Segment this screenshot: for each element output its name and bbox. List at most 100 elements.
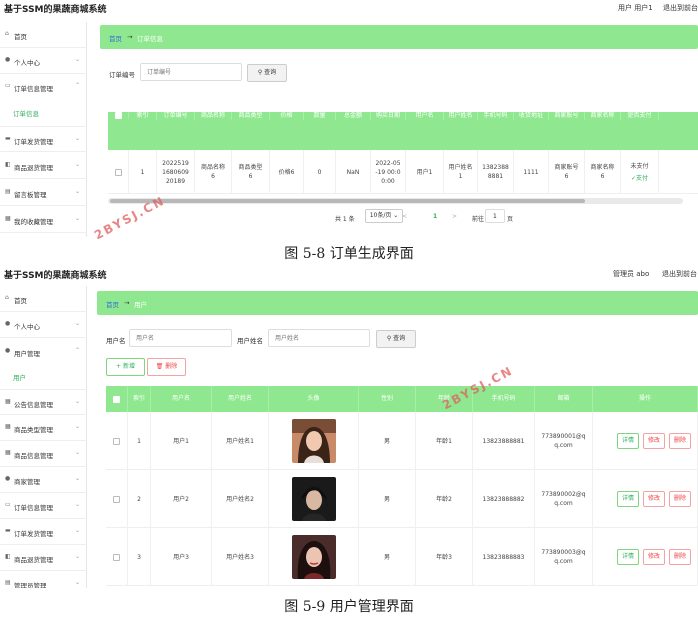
order-number-input[interactable] xyxy=(140,63,242,81)
cell-username: 用户2 xyxy=(151,470,212,528)
sidebar-item-messages[interactable]: ▤ 留言板管理 ⌄ xyxy=(0,180,87,206)
chevron-down-icon: ⌄ xyxy=(74,501,80,508)
sidebar-item-admins[interactable]: ▤ 管理员管理 ⌄ xyxy=(0,571,87,588)
edit-button[interactable]: 修改 xyxy=(643,491,666,507)
row-checkbox[interactable] xyxy=(113,437,120,445)
edit-button[interactable]: 修改 xyxy=(643,433,666,449)
delete-row-button[interactable]: 删除 xyxy=(669,433,692,449)
sidebar-item-order-info[interactable]: ▭ 订单信息管理 ⌃ xyxy=(0,74,87,100)
sidebar-item-favorites[interactable]: ▦ 我的收藏管理 ⌄ xyxy=(0,207,87,233)
table-header: 头像 xyxy=(269,386,359,412)
add-button[interactable]: + 新增 xyxy=(106,358,145,376)
row-checkbox[interactable] xyxy=(113,495,120,503)
cell-username: 用户1 xyxy=(406,150,444,194)
fullname-input[interactable] xyxy=(268,329,370,347)
cell-merchant-account: 商家账号 6 xyxy=(549,150,585,194)
edit-button[interactable]: 修改 xyxy=(643,549,666,565)
sidebar-item-returns[interactable]: ◧ 商品退货管理 ⌄ xyxy=(0,545,87,571)
table-header: 用户姓名 xyxy=(212,386,269,412)
sidebar-item-home[interactable]: ⌂ 首页 xyxy=(0,22,87,48)
delete-button[interactable]: 🗑︎ 删除 xyxy=(147,358,186,376)
chevron-down-icon: ⌄ xyxy=(74,475,80,482)
trash-icon: 🗑︎ xyxy=(155,363,166,370)
row-checkbox-cell[interactable] xyxy=(106,470,128,528)
sidebar-item-orders[interactable]: ▭ 订单信息管理 ⌄ xyxy=(0,493,87,519)
header-checkbox-cell[interactable] xyxy=(108,112,129,119)
breadcrumb-arrow: → xyxy=(127,33,133,41)
sidebar-item-profile[interactable]: ● 个人中心 ⌄ xyxy=(0,312,87,338)
table-header: 用户名 xyxy=(151,386,212,412)
table-header: 商家账号 xyxy=(549,112,585,120)
pay-link[interactable]: ✓支付 xyxy=(631,174,648,183)
sidebar-subitem-users[interactable]: 用户 xyxy=(0,366,87,386)
user-table-header: 索引 用户名 用户姓名 头像 性别 年龄 手机号码 邮箱 操作 xyxy=(106,386,698,412)
return-icon: ◧ xyxy=(5,553,11,560)
cell-operations: 详情 修改 删除 xyxy=(593,528,698,586)
admin-icon: ▤ xyxy=(5,579,11,586)
chevron-down-icon: ⌄ xyxy=(393,212,399,219)
sidebar-item-home[interactable]: ⌂ 首页 xyxy=(0,286,87,312)
cell-age: 年龄2 xyxy=(416,470,473,528)
page-size-select[interactable]: 10条/页 ⌄ xyxy=(365,209,403,223)
sidebar-item-user-management[interactable]: ● 用户管理 ⌃ xyxy=(0,339,87,365)
row-checkbox[interactable] xyxy=(113,553,120,561)
table-header: 购买日期 xyxy=(371,112,406,120)
cell-age: 年龄1 xyxy=(416,412,473,470)
search-button[interactable]: ⚲ 查询 xyxy=(376,330,416,348)
cell-operations: 详情 修改 删除 xyxy=(593,412,698,470)
user-page-screenshot: 基于SSM的果蔬商城系统 管理员 abo 退出到前台 ⌂ 首页 ● 个人中心 ⌄ ● 用… xyxy=(0,266,698,588)
detail-button[interactable]: 详情 xyxy=(617,433,640,449)
sidebar-item-goods[interactable]: ▦ 商品信息管理 ⌄ xyxy=(0,441,87,467)
order-number-field[interactable] xyxy=(141,64,241,80)
chevron-down-icon: ⌄ xyxy=(74,161,80,168)
sidebar-item-returns[interactable]: ◧ 商品退货管理 ⌄ xyxy=(0,153,87,179)
username-field[interactable] xyxy=(130,330,231,346)
horizontal-scrollbar[interactable] xyxy=(108,198,683,204)
sidebar-subitem-order[interactable]: 订单信息 xyxy=(0,102,87,122)
app-title: 基于SSM的果蔬商城系统 xyxy=(4,5,107,15)
prev-page-button[interactable]: < xyxy=(402,213,407,220)
row-checkbox-cell[interactable] xyxy=(106,412,128,470)
sidebar-item-notices[interactable]: ▦ 公告信息管理 ⌄ xyxy=(0,389,87,415)
goto-page-input[interactable] xyxy=(485,209,505,223)
return-icon: ◧ xyxy=(5,161,11,168)
detail-button[interactable]: 详情 xyxy=(617,491,640,507)
cell-payment-status: 未支付 ✓支付 xyxy=(621,150,659,194)
table-header: 商品名称 xyxy=(195,112,232,120)
cell-purchase-date: 2022-05 -19 00:0 0:00 xyxy=(371,150,406,194)
row-checkbox-cell[interactable] xyxy=(108,150,129,194)
select-all-checkbox[interactable] xyxy=(113,395,120,403)
sidebar-item-merchants[interactable]: ● 商家管理 ⌄ xyxy=(0,467,87,493)
breadcrumb-home[interactable]: 首页 xyxy=(106,299,119,309)
table-header: 手机号码 xyxy=(478,112,514,120)
chevron-down-icon: ⌄ xyxy=(74,188,80,195)
table-header: 性别 xyxy=(359,386,416,412)
delete-row-button[interactable]: 删除 xyxy=(669,549,692,565)
header-checkbox-cell[interactable] xyxy=(106,386,128,412)
next-page-button[interactable]: > xyxy=(452,213,457,220)
search-button[interactable]: ⚲ 查询 xyxy=(247,64,287,82)
goto-page-field[interactable] xyxy=(486,210,504,222)
scrollbar-thumb[interactable] xyxy=(110,199,585,203)
logout-link[interactable]: 退出到前台 xyxy=(663,3,698,13)
sidebar-item-shipping[interactable]: ▬ 订单发货管理 ⌄ xyxy=(0,126,87,152)
order-icon: ▭ xyxy=(5,82,11,89)
breadcrumb-home[interactable]: 首页 xyxy=(109,33,122,43)
username-input[interactable] xyxy=(129,329,232,347)
current-page[interactable]: 1 xyxy=(433,213,437,220)
logout-link[interactable]: 退出到前台 xyxy=(662,269,697,279)
delete-row-button[interactable]: 删除 xyxy=(669,491,692,507)
select-all-checkbox[interactable] xyxy=(114,112,122,119)
table-header: 商家名称 xyxy=(585,112,621,120)
cell-email: 773890003@q q.com xyxy=(535,528,593,586)
detail-button[interactable]: 详情 xyxy=(617,549,640,565)
shop-icon: ● xyxy=(5,475,11,482)
sidebar-item-shipping[interactable]: ▬ 订单发货管理 ⌄ xyxy=(0,519,87,545)
row-checkbox[interactable] xyxy=(114,168,122,176)
sidebar-item-profile[interactable]: ● 个人中心 ⌄ xyxy=(0,48,87,74)
top-bar: 基于SSM的果蔬商城系统 用户 用户1 退出到前台 xyxy=(0,0,698,16)
fullname-field[interactable] xyxy=(269,330,369,346)
sidebar-item-categories[interactable]: ▦ 商品类型管理 ⌄ xyxy=(0,415,87,441)
chevron-down-icon: ⌄ xyxy=(74,579,80,586)
row-checkbox-cell[interactable] xyxy=(106,528,128,586)
